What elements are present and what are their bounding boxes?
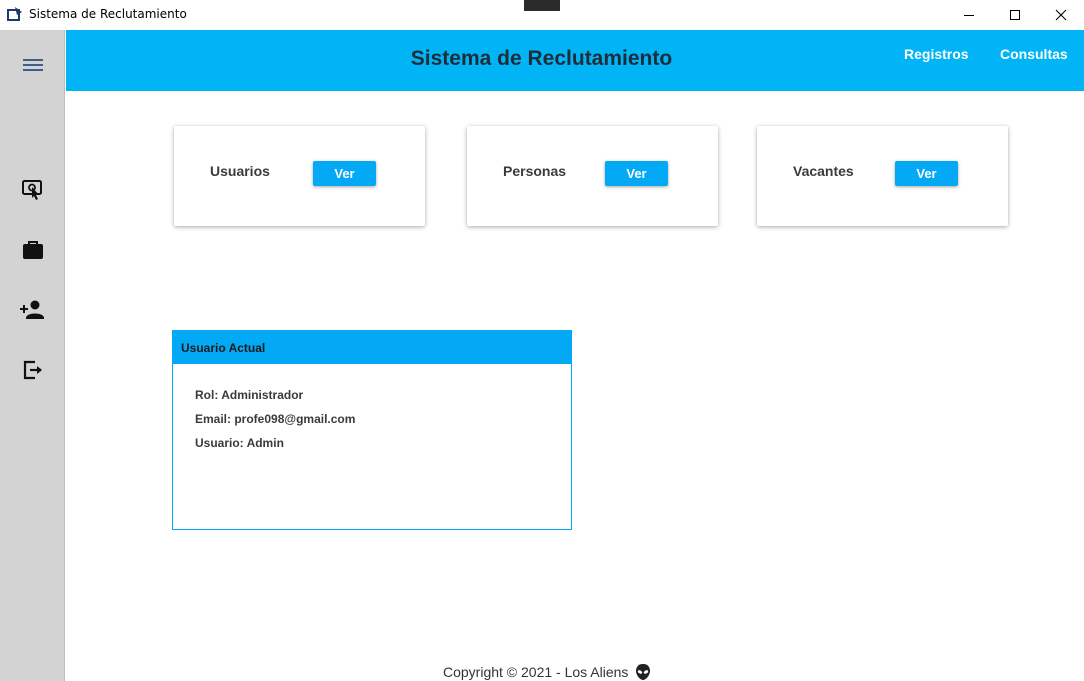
copyright-text: Copyright © 2021 - Los Aliens — [443, 664, 629, 680]
briefcase-icon — [22, 241, 43, 259]
current-user-panel: Usuario Actual Rol: Administrador Email:… — [172, 330, 572, 530]
app-header: Sistema de Reclutamiento Registros Consu… — [66, 30, 1084, 91]
minimize-icon — [964, 15, 974, 16]
nav-consultas[interactable]: Consultas — [1000, 46, 1068, 62]
card-label: Personas — [503, 163, 567, 179]
nav-registros[interactable]: Registros — [904, 46, 969, 62]
logout-icon — [23, 360, 42, 380]
window-title: Sistema de Reclutamiento — [29, 7, 187, 21]
close-icon — [1055, 9, 1067, 21]
touch-screen-icon — [21, 180, 42, 200]
card-label: Vacantes — [793, 163, 854, 179]
page-title: Sistema de Reclutamiento — [410, 47, 673, 70]
user-username: Usuario: Admin — [195, 436, 284, 450]
footer: Copyright © 2021 - Los Aliens — [443, 663, 652, 681]
current-user-title: Usuario Actual — [173, 331, 571, 364]
ver-personas-button[interactable]: Ver — [605, 161, 668, 186]
sidebar-item-vacancies[interactable] — [0, 228, 65, 272]
card-personas: Personas Ver — [467, 126, 718, 226]
card-usuarios: Usuarios Ver — [174, 126, 425, 226]
app-icon — [7, 7, 22, 21]
sidebar-item-logout[interactable] — [0, 348, 65, 392]
minimize-button[interactable] — [946, 0, 992, 30]
user-role: Rol: Administrador — [195, 388, 304, 402]
card-label: Usuarios — [210, 163, 270, 179]
ver-usuarios-button[interactable]: Ver — [313, 161, 376, 186]
window-notch — [524, 0, 560, 11]
alien-icon — [636, 664, 651, 680]
card-vacantes: Vacantes Ver — [757, 126, 1008, 226]
add-person-icon — [19, 300, 44, 319]
maximize-button[interactable] — [992, 0, 1038, 30]
menu-icon — [22, 59, 43, 71]
user-email: Email: profe098@gmail.com — [195, 412, 356, 426]
close-button[interactable] — [1038, 0, 1084, 30]
window-titlebar: Sistema de Reclutamiento — [0, 0, 1084, 30]
sidebar-item-add-person[interactable] — [0, 288, 65, 332]
sidebar-item-touch[interactable] — [0, 168, 65, 212]
ver-vacantes-button[interactable]: Ver — [895, 161, 958, 186]
maximize-icon — [1010, 10, 1020, 20]
sidebar — [0, 30, 65, 681]
sidebar-menu-button[interactable] — [0, 43, 65, 87]
